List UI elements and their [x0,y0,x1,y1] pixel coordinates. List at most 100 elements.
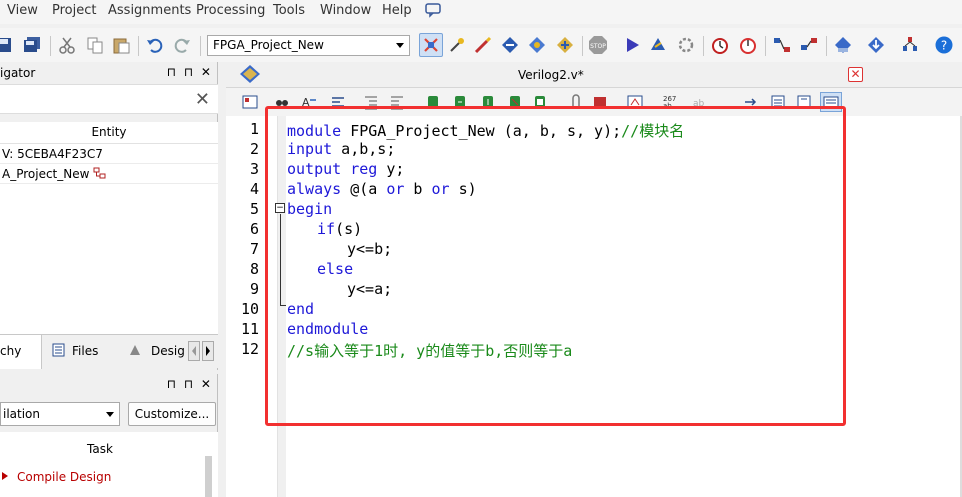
help-icon[interactable]: ? [934,35,954,55]
code-text: a,b,s; [332,140,396,158]
task-scrollbar[interactable] [205,456,212,497]
main-toolbar-right: STOP ? [0,28,962,62]
unindent-icon[interactable] [389,94,405,110]
bookmark-toggle-icon[interactable] [425,94,441,110]
rtl-viewer-icon[interactable] [676,35,696,55]
menu-processing[interactable]: Processing [196,3,265,18]
panel-window-controls[interactable]: ⊓ ⊓ ✕ [167,377,213,391]
line-number: 9 [249,280,259,298]
pin-planner-icon[interactable] [447,35,467,55]
bookmark-next-icon[interactable] [452,94,468,110]
close-tab-icon[interactable]: ✕ [848,67,863,82]
keyword: input [287,140,333,158]
tab-hierarchy[interactable]: chy [0,335,42,369]
compile-analysis-icon[interactable] [500,35,520,55]
indent-icon[interactable] [363,94,379,110]
customize-button[interactable]: Customize... [128,402,216,426]
toggle-view-icon[interactable] [820,92,842,112]
task-compile-design[interactable]: Compile Design [17,470,111,484]
insert-template-icon[interactable] [627,94,643,110]
chevron-down-icon [106,412,114,417]
code-text: y; [377,160,405,178]
feedback-icon[interactable] [425,2,441,22]
svg-text:ab: ab [663,102,672,110]
code-line-11: endmodule [287,320,368,338]
platform-designer-icon[interactable] [900,35,920,55]
menu-project[interactable]: Project [52,3,96,18]
code-editor[interactable]: 1 2 3 4 5 6 7 8 9 10 11 12 − module FPGA… [226,116,962,497]
code-text: b [404,180,432,198]
state-machine-icon[interactable] [799,35,819,55]
close-icon[interactable]: ✕ [195,89,210,110]
start-compilation-icon[interactable] [622,35,642,55]
menu-view[interactable]: View [7,3,38,18]
attach-icon[interactable] [568,94,584,110]
editor-tab-title[interactable]: Verilog2.v* [518,68,584,82]
collapse-icon[interactable] [796,94,812,110]
stop-icon[interactable]: STOP [588,35,608,55]
entity-device[interactable]: V: 5CEBA4F23C7 [0,144,218,164]
compile-synthesis-icon[interactable] [527,35,547,55]
keyword: end [287,300,315,318]
entity-top[interactable]: A_Project_New [0,164,218,184]
bookmark-clear-icon[interactable] [507,94,523,110]
find-icon[interactable] [274,94,290,110]
netlist-viewer-icon[interactable] [772,35,792,55]
compile-fitter-icon[interactable] [555,35,575,55]
task-column-header[interactable]: Task [0,442,200,456]
code-text: s) [449,180,477,198]
list-view-icon[interactable] [770,94,786,110]
code-line-9: y<=a; [347,280,392,298]
bookmark-list-icon[interactable] [532,94,548,110]
expand-arrow-icon[interactable] [2,472,8,480]
navigator-search-input[interactable]: ✕ [0,84,218,114]
programmer-icon[interactable] [833,35,853,55]
panel-window-controls[interactable]: ⊓ ⊓ ✕ [167,65,213,79]
goto-line-icon[interactable] [330,94,346,110]
code-line-5: begin [287,200,332,218]
code-text: FPGA_Project_New (a, b, s, y); [341,122,622,140]
start-analysis-icon[interactable] [648,35,668,55]
fold-toggle-icon[interactable]: − [275,203,285,213]
find-replace-icon[interactable]: A [301,94,317,110]
line-number: 6 [249,220,259,238]
code-line-6: if(s) [317,220,362,238]
tab-scroll-right[interactable] [202,341,214,361]
line-number: 8 [249,260,259,278]
files-icon [52,343,65,360]
word-wrap-icon[interactable]: ab [692,94,708,110]
menu-tools[interactable]: Tools [273,3,305,18]
chip-planner-icon[interactable] [419,33,443,57]
line-number-icon[interactable]: 267 ab [662,94,684,110]
flow-dropdown[interactable]: ilation [0,402,120,426]
keyword: endmodule [287,320,369,338]
keyword: reg [350,160,378,178]
toolbar-separator [765,36,766,56]
block-diagram-icon[interactable] [242,94,258,110]
bookmark-prev-icon[interactable] [480,94,496,110]
keyword: always [287,180,342,198]
arrow-right-icon[interactable] [743,94,759,110]
assignment-editor-icon[interactable] [473,35,493,55]
menu-help[interactable]: Help [382,3,412,18]
timequest-icon[interactable] [738,35,758,55]
tab-files[interactable]: Files [72,344,98,358]
entity-column-header[interactable]: Entity [0,122,218,144]
document-icon[interactable] [238,63,262,88]
design-units-icon [128,343,142,360]
tab-design-units[interactable]: Desig [151,344,185,358]
quartus-window: View Project Assignments Processing Tool… [0,0,962,497]
flow-dropdown-value: ilation [3,407,41,421]
comment-block-icon[interactable] [592,94,608,110]
tab-scroll-left[interactable] [188,341,200,361]
timing-analyzer-icon[interactable] [710,35,730,55]
keyword: begin [287,200,333,218]
menu-window[interactable]: Window [320,3,371,18]
hierarchy-icon [93,167,106,179]
download-icon[interactable] [866,35,886,55]
svg-text:ab: ab [693,99,705,109]
keyword: or [386,180,405,198]
menu-assignments[interactable]: Assignments [108,3,191,18]
task-list: Task Compile Design [0,432,218,497]
